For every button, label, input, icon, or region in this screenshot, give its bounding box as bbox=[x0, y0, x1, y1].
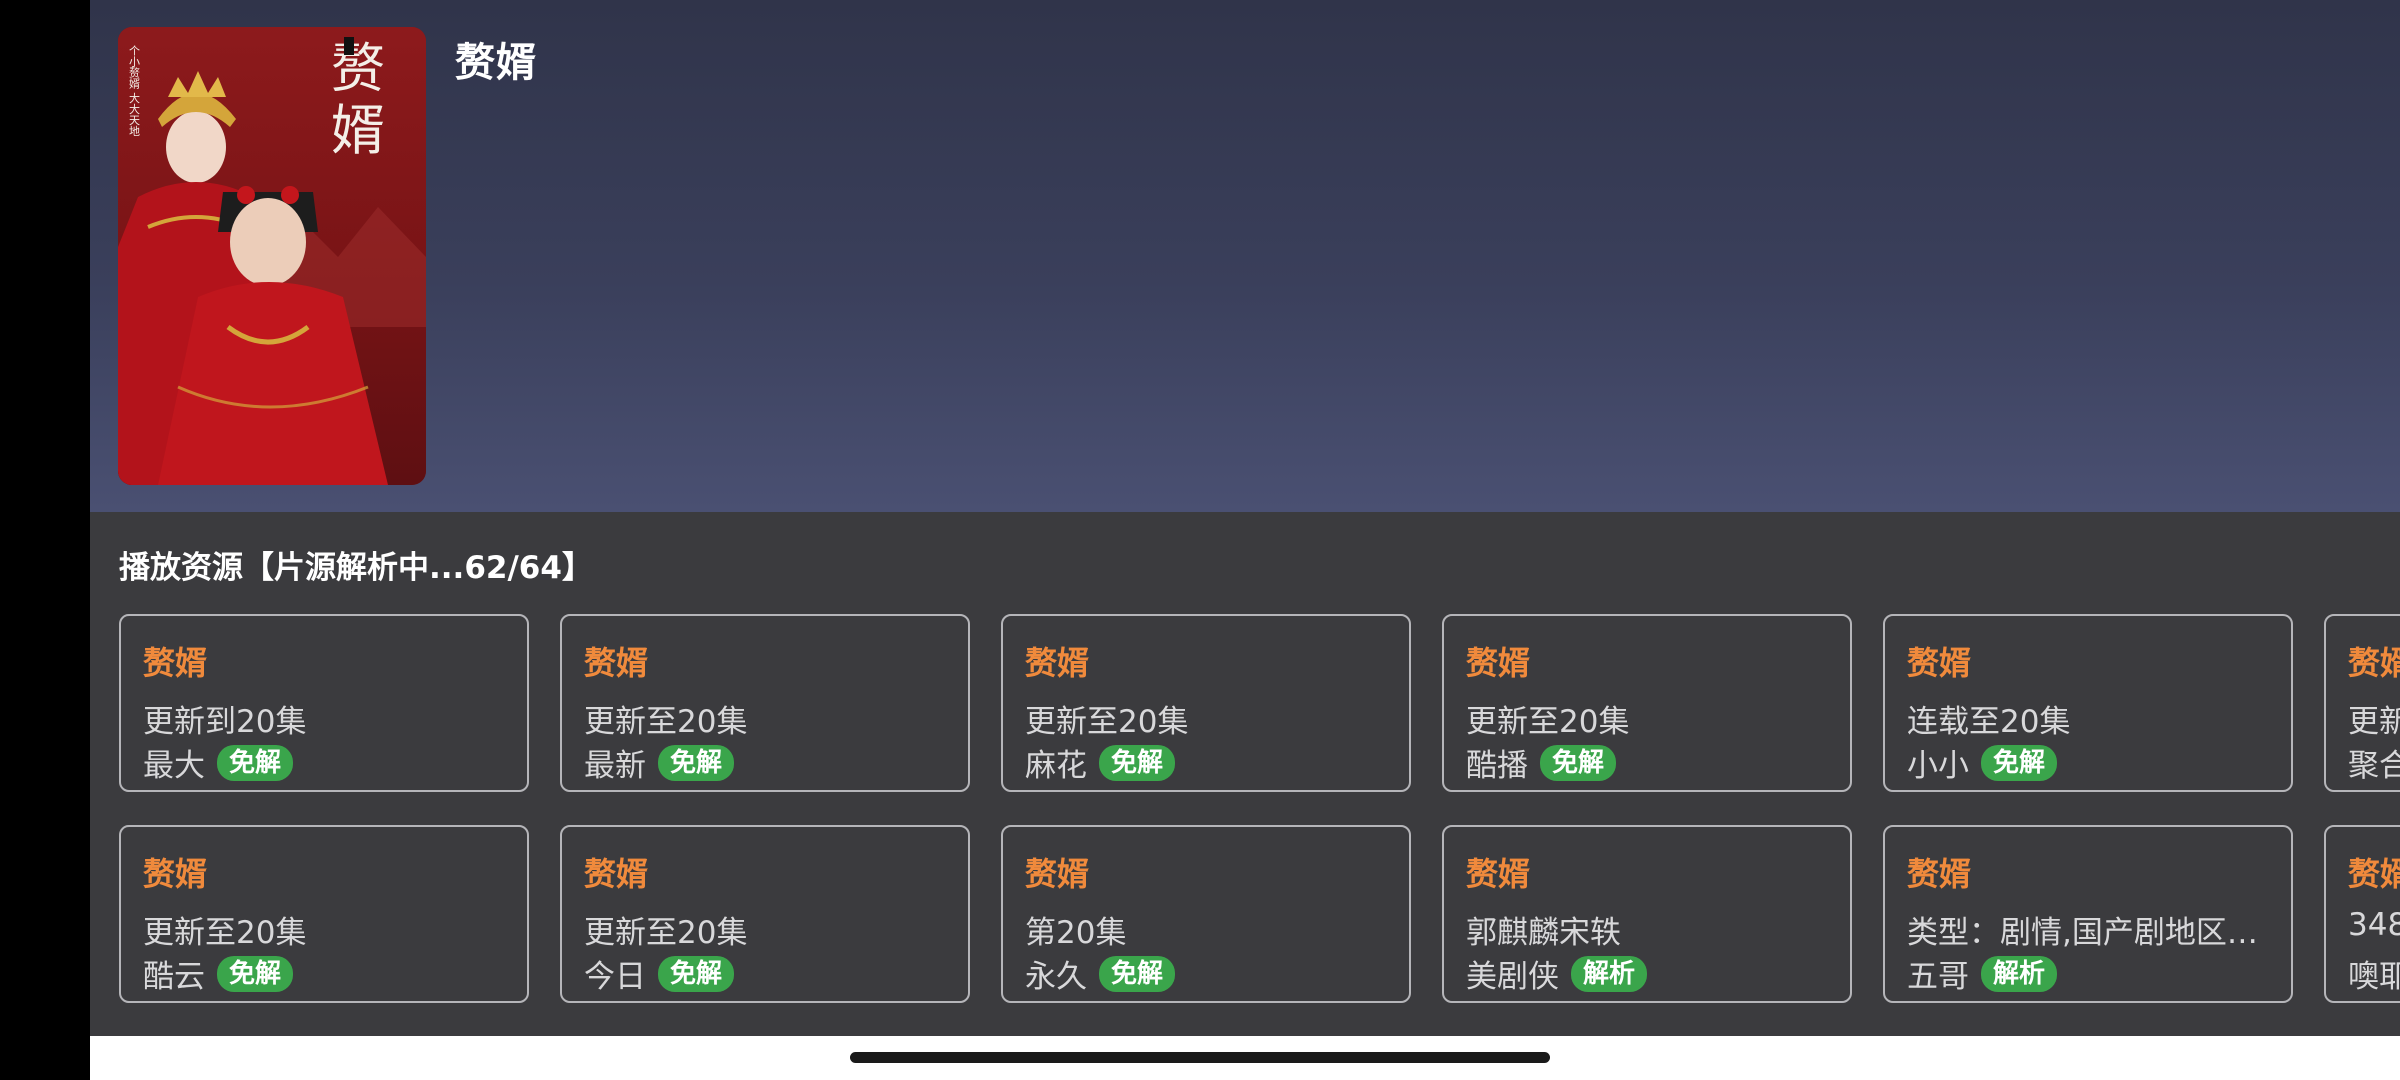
source-origin: 酷播 免解 bbox=[1466, 740, 1617, 785]
source-origin: 今日 免解 bbox=[584, 951, 735, 996]
source-name: 酷播 bbox=[1466, 748, 1528, 784]
parse-badge: 免解 bbox=[1540, 744, 1617, 781]
source-card[interactable]: 赘婿 更新至20集 最新 免解 bbox=[560, 614, 970, 792]
source-origin: 酷云 免解 bbox=[143, 951, 294, 996]
source-name: 美剧侠 bbox=[1466, 959, 1559, 995]
home-indicator[interactable] bbox=[850, 1052, 1550, 1063]
source-title: 赘婿 bbox=[584, 644, 649, 682]
screen: 赘 婿 个小赘婿 大大天地 赘婿 播放资源【片源解析中...62/64】 赘婿 … bbox=[0, 0, 2400, 1080]
poster-image[interactable]: 赘 婿 个小赘婿 大大天地 bbox=[118, 27, 426, 485]
source-name: 最新 bbox=[584, 748, 646, 784]
source-origin: 最大 免解 bbox=[143, 740, 294, 785]
parse-badge: 解析 bbox=[1981, 955, 2058, 992]
source-origin: 噢耶 bbox=[2348, 951, 2400, 996]
section-title: 播放资源【片源解析中...62/64】 bbox=[119, 550, 593, 586]
source-title: 赘婿 bbox=[1907, 855, 1972, 893]
source-card[interactable]: 赘婿 更新至20集 酷云 免解 bbox=[119, 825, 529, 1003]
source-title: 赘婿 bbox=[1025, 855, 1090, 893]
source-card[interactable]: 赘婿 更新至20集 麻花 免解 bbox=[1001, 614, 1411, 792]
source-title: 赘婿 bbox=[143, 644, 208, 682]
parse-badge: 免解 bbox=[1099, 744, 1176, 781]
parse-badge: 解析 bbox=[1571, 955, 1648, 992]
parse-badge: 免解 bbox=[217, 744, 294, 781]
source-origin: 永久 免解 bbox=[1025, 951, 1176, 996]
source-origin: 小小 免解 bbox=[1907, 740, 2058, 785]
source-card[interactable]: 赘婿 类型：剧情,国产剧地区… 五哥 解析 bbox=[1883, 825, 2293, 1003]
detail-header: 赘 婿 个小赘婿 大大天地 赘婿 bbox=[90, 0, 2400, 512]
parse-badge: 免解 bbox=[658, 744, 735, 781]
source-status: 更新到20集 bbox=[143, 704, 307, 740]
source-status: 更新至20集 bbox=[584, 915, 748, 951]
parse-badge: 免解 bbox=[1981, 744, 2058, 781]
source-name: 今日 bbox=[584, 959, 646, 995]
source-name: 噢耶 bbox=[2348, 959, 2400, 995]
page-title: 赘婿 bbox=[455, 40, 537, 86]
source-status: 348 bbox=[2348, 907, 2400, 943]
source-title: 赘婿 bbox=[1025, 644, 1090, 682]
system-nav-bar bbox=[90, 1036, 2400, 1080]
source-origin: 美剧侠 解析 bbox=[1466, 951, 1648, 996]
poster-title-char-2: 婿 bbox=[331, 99, 385, 162]
source-status: 更新至20集 bbox=[1025, 704, 1189, 740]
parse-badge: 免解 bbox=[217, 955, 294, 992]
source-title: 赘婿 bbox=[1466, 644, 1531, 682]
source-title: 赘婿 bbox=[1466, 855, 1531, 893]
source-card[interactable]: 赘婿 更新至20集 今日 免解 bbox=[560, 825, 970, 1003]
source-origin: 麻花 免解 bbox=[1025, 740, 1176, 785]
source-title: 赘婿 bbox=[1907, 644, 1972, 682]
source-name: 麻花 bbox=[1025, 748, 1087, 784]
source-name: 最大 bbox=[143, 748, 205, 784]
source-title: 赘婿 bbox=[143, 855, 208, 893]
source-name: 酷云 bbox=[143, 959, 205, 995]
source-card[interactable]: 赘婿 第20集 永久 免解 bbox=[1001, 825, 1411, 1003]
source-card[interactable]: 赘婿 郭麒麟宋轶 美剧侠 解析 bbox=[1442, 825, 1852, 1003]
source-status: 更新至20集 bbox=[584, 704, 748, 740]
app-window: 赘 婿 个小赘婿 大大天地 赘婿 播放资源【片源解析中...62/64】 赘婿 … bbox=[90, 0, 2400, 1080]
source-card[interactable]: 赘婿 连载至20集 小小 免解 bbox=[1883, 614, 2293, 792]
source-card[interactable]: 赘婿 348 噢耶 bbox=[2324, 825, 2400, 1003]
source-origin: 最新 免解 bbox=[584, 740, 735, 785]
source-name: 永久 bbox=[1025, 959, 1087, 995]
source-card[interactable]: 赘婿 更新到20集 最大 免解 bbox=[119, 614, 529, 792]
source-status: 更新 bbox=[2348, 704, 2400, 740]
source-card[interactable]: 赘婿 更新至20集 酷播 免解 bbox=[1442, 614, 1852, 792]
poster-side-text: 个小赘婿 大大天地 bbox=[128, 45, 141, 137]
source-origin: 聚合 bbox=[2348, 740, 2400, 785]
poster-title-char-1: 赘 bbox=[331, 37, 385, 100]
source-status: 郭麒麟宋轶 bbox=[1466, 915, 1621, 951]
source-title: 赘婿 bbox=[2348, 855, 2400, 893]
source-status: 第20集 bbox=[1025, 915, 1127, 951]
source-status: 连载至20集 bbox=[1907, 704, 2071, 740]
source-status: 更新至20集 bbox=[143, 915, 307, 951]
source-name: 聚合 bbox=[2348, 748, 2400, 784]
source-status: 类型：剧情,国产剧地区… bbox=[1907, 915, 2258, 951]
poster-illustration: 赘 婿 个小赘婿 大大天地 bbox=[118, 27, 426, 485]
source-title: 赘婿 bbox=[584, 855, 649, 893]
parse-badge: 免解 bbox=[1099, 955, 1176, 992]
source-status: 更新至20集 bbox=[1466, 704, 1630, 740]
source-title: 赘婿 bbox=[2348, 644, 2400, 682]
source-card[interactable]: 赘婿 更新 聚合 bbox=[2324, 614, 2400, 792]
source-name: 小小 bbox=[1907, 748, 1969, 784]
source-origin: 五哥 解析 bbox=[1907, 951, 2058, 996]
parse-badge: 免解 bbox=[658, 955, 735, 992]
source-name: 五哥 bbox=[1907, 959, 1969, 995]
play-sources-panel: 播放资源【片源解析中...62/64】 赘婿 更新到20集 最大 免解 赘婿 更… bbox=[90, 512, 2400, 1036]
